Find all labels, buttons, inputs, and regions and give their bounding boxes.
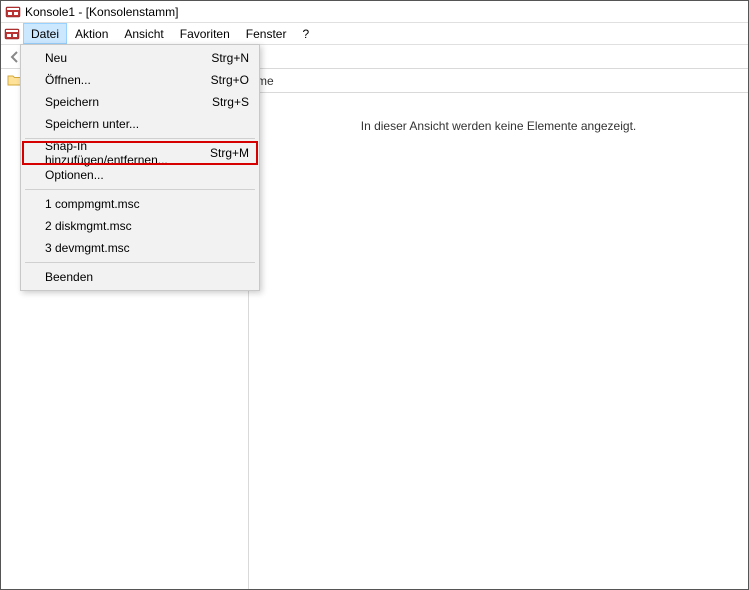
menu-item-recent-1[interactable]: 1 compmgmt.msc (23, 193, 257, 215)
menu-item-label: Snap-In hinzufügen/entfernen... (45, 139, 210, 167)
menubar: Datei Aktion Ansicht Favoriten Fenster ? (1, 23, 748, 45)
menu-item-label: Beenden (45, 270, 93, 284)
titlebar: Konsole1 - [Konsolenstamm] (1, 1, 748, 23)
menu-label: ? (302, 27, 309, 41)
menu-item-shortcut: Strg+O (211, 73, 249, 87)
content-pane: me In dieser Ansicht werden keine Elemen… (249, 69, 748, 589)
mmc-icon (5, 4, 21, 20)
menu-item-label: Speichern unter... (45, 117, 139, 131)
menu-item-oeffnen[interactable]: Öffnen... Strg+O (23, 69, 257, 91)
menu-item-label: 3 devmgmt.msc (45, 241, 130, 255)
menu-item-neu[interactable]: Neu Strg+N (23, 47, 257, 69)
menu-item-recent-2[interactable]: 2 diskmgmt.msc (23, 215, 257, 237)
menu-separator (25, 189, 255, 190)
menu-label: Aktion (75, 27, 108, 41)
menu-item-label: Speichern (45, 95, 99, 109)
empty-message: In dieser Ansicht werden keine Elemente … (361, 119, 637, 133)
menu-item-beenden[interactable]: Beenden (23, 266, 257, 288)
menu-ansicht[interactable]: Ansicht (116, 23, 171, 44)
menu-item-label: Öffnen... (45, 73, 91, 87)
menu-help[interactable]: ? (294, 23, 317, 44)
menu-label: Ansicht (124, 27, 163, 41)
menu-label: Favoriten (180, 27, 230, 41)
menu-item-snapin[interactable]: Snap-In hinzufügen/entfernen... Strg+M (23, 142, 257, 164)
menu-aktion[interactable]: Aktion (67, 23, 116, 44)
menu-item-optionen[interactable]: Optionen... (23, 164, 257, 186)
menu-item-label: Neu (45, 51, 67, 65)
content-body: In dieser Ansicht werden keine Elemente … (249, 93, 748, 589)
mmc-icon-small (3, 23, 21, 44)
menu-fenster[interactable]: Fenster (238, 23, 295, 44)
menu-item-label: 1 compmgmt.msc (45, 197, 140, 211)
menu-item-label: 2 diskmgmt.msc (45, 219, 132, 233)
menu-item-speichern-unter[interactable]: Speichern unter... (23, 113, 257, 135)
menu-label: Datei (31, 27, 59, 41)
menu-item-recent-3[interactable]: 3 devmgmt.msc (23, 237, 257, 259)
menu-favoriten[interactable]: Favoriten (172, 23, 238, 44)
menu-item-shortcut: Strg+S (212, 95, 249, 109)
menu-label: Fenster (246, 27, 287, 41)
menu-item-label: Optionen... (45, 168, 104, 182)
menu-separator (25, 262, 255, 263)
menu-item-speichern[interactable]: Speichern Strg+S (23, 91, 257, 113)
content-column-header[interactable]: me (249, 69, 748, 93)
menu-datei[interactable]: Datei (23, 23, 67, 44)
datei-dropdown: Neu Strg+N Öffnen... Strg+O Speichern St… (20, 44, 260, 291)
menu-item-shortcut: Strg+N (211, 51, 249, 65)
menu-item-shortcut: Strg+M (210, 146, 249, 160)
window-title: Konsole1 - [Konsolenstamm] (25, 5, 178, 19)
